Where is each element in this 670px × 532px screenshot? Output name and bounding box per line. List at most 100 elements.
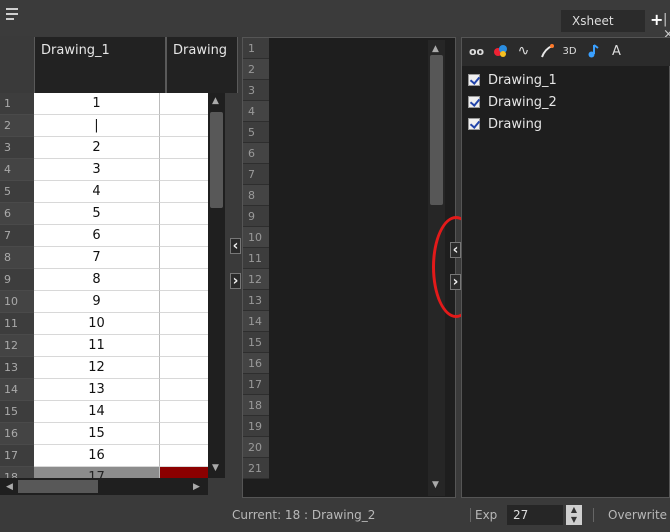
frame-numbers: 123456789101112131415161718 [0,93,34,489]
brush-icon[interactable] [538,43,555,60]
scroll-up-arrow-icon[interactable]: ▲ [212,96,219,106]
exposure-cell[interactable]: 15 [34,423,160,445]
overwrite-mode[interactable]: Overwrite [593,508,667,522]
exposure-cell[interactable]: 2 [34,137,160,159]
color-icon[interactable] [492,43,509,60]
exposure-cell[interactable] [160,115,208,137]
frame-number: 11 [0,313,34,335]
xsheet-column-panel: Drawing_1 Drawing 1 2 3 4 5 6 7 8 9 10 11 12 13 14 15 1… [0,37,238,497]
exposure-cell[interactable] [160,203,208,225]
exposure-cell[interactable] [160,401,208,423]
frame-number: 7 [0,225,34,247]
current-frame-status: Current: 18 : Drawing_2 [232,508,376,522]
exposure-cell[interactable] [160,335,208,357]
exposure-input[interactable] [507,505,563,525]
exposure-cell[interactable]: 4 [34,181,160,203]
frame-number: 3 [0,137,34,159]
text-tool-icon[interactable]: A [608,43,625,60]
expand-right-icon[interactable]: › [230,273,241,289]
exposure-cell[interactable]: 12 [34,357,160,379]
exposure-cell[interactable] [160,225,208,247]
layer-visibility-checkbox[interactable] [468,74,480,86]
layer-row-drawing-1[interactable]: Drawing_1 [468,70,557,90]
frame-number: 14 [0,379,34,401]
timeline-panel: 1 2 3 4 5 6 7 8 9 10 11 12 13 14 15 16 17 18 19 20 21 [242,37,456,498]
exposure-cell[interactable] [160,357,208,379]
exposure-cell[interactable]: 9 [34,291,160,313]
tab-xsheet[interactable]: Xsheet [561,10,645,32]
3d-icon[interactable]: 3D [561,43,578,60]
layer-name: Drawing_1 [488,72,557,88]
timeline-frame-number: 16 [243,353,269,374]
exposure-cell[interactable]: 5 [34,203,160,225]
timeline-frame-number: 20 [243,437,269,458]
timeline-frame-numbers: 1 2 3 4 5 6 7 8 9 10 11 12 13 14 15 16 17 18 19 20 21 [243,38,269,479]
exposure-cell[interactable] [160,313,208,335]
collapse-left-icon[interactable]: ‹ [230,238,241,254]
timeline-scroll-up-icon[interactable]: ▲ [432,44,439,54]
timeline-scroll-thumb[interactable] [430,55,443,205]
exposure-cell[interactable]: 16 [34,445,160,467]
layer-visibility-checkbox[interactable] [468,118,480,130]
exposure-cell[interactable] [160,181,208,203]
column-header-drawing-1[interactable]: Drawing_1 [34,37,166,93]
frame-number: 16 [0,423,34,445]
timeline-frame-number: 13 [243,290,269,311]
curve-icon[interactable]: ∿ [515,43,532,60]
timeline-frame-number: 6 [243,143,269,164]
timeline-frame-number: 9 [243,206,269,227]
layer-visibility-checkbox[interactable] [468,96,480,108]
exposure-cell[interactable]: 7 [34,247,160,269]
frame-number: 13 [0,357,34,379]
exposure-cell[interactable] [160,93,208,115]
exposure-cell[interactable]: 10 [34,313,160,335]
show-hide-eye-icon[interactable]: oo [468,43,485,60]
exposure-cell[interactable] [160,423,208,445]
frame-number: 10 [0,291,34,313]
exposure-cell[interactable]: 1 [34,93,160,115]
exposure-cell[interactable] [160,379,208,401]
timeline-frame-number: 7 [243,164,269,185]
scroll-left-arrow-icon[interactable]: ◀ [6,482,13,492]
exposure-cell[interactable] [160,247,208,269]
exposure-cell[interactable]: 3 [34,159,160,181]
layer-name: Drawing [488,116,543,132]
timeline-frame-number: 3 [243,80,269,101]
exposure-cell[interactable]: | [34,115,160,137]
add-view-icon[interactable]: + [650,11,663,29]
timeline-frame-number: 14 [243,311,269,332]
sound-icon[interactable] [584,43,601,60]
timeline-scroll-down-icon[interactable]: ▼ [432,480,439,490]
frame-number: 1 [0,93,34,115]
exposure-cell[interactable] [160,159,208,181]
frame-number: 12 [0,335,34,357]
exposure-cell[interactable]: 11 [34,335,160,357]
exposure-cell[interactable] [160,445,208,467]
timeline-frame-number: 17 [243,374,269,395]
timeline-frame-number: 12 [243,269,269,290]
xsheet-vertical-scroll-thumb[interactable] [210,112,223,208]
exposure-cell[interactable]: 13 [34,379,160,401]
scroll-down-arrow-icon[interactable]: ▼ [212,463,219,473]
layer-row-drawing-2[interactable]: Drawing_2 [468,92,557,112]
layer-panel: oo ∿ 3D A Drawing_1 Drawing_2 Drawing [461,37,670,498]
frame-number: 5 [0,181,34,203]
timeline-frame-number: 21 [243,458,269,479]
timeline-frame-number: 11 [243,248,269,269]
xsheet-horizontal-scroll-thumb[interactable] [18,480,98,493]
exposure-cell[interactable]: 8 [34,269,160,291]
scroll-right-arrow-icon[interactable]: ▶ [193,482,200,492]
exposure-cell[interactable] [160,291,208,313]
exposure-cell[interactable] [160,137,208,159]
frame-number: 8 [0,247,34,269]
layer-row-drawing[interactable]: Drawing [468,114,542,134]
exposure-stepper[interactable]: ▲ ▼ [566,505,582,525]
column-header-drawing[interactable]: Drawing [166,37,238,93]
exposure-cell[interactable]: 6 [34,225,160,247]
exposure-label: Exp [470,508,497,522]
exposure-cell[interactable] [160,269,208,291]
menu-icon[interactable] [6,8,20,22]
frame-number: 4 [0,159,34,181]
timeline-frame-number: 10 [243,227,269,248]
exposure-cell[interactable]: 14 [34,401,160,423]
